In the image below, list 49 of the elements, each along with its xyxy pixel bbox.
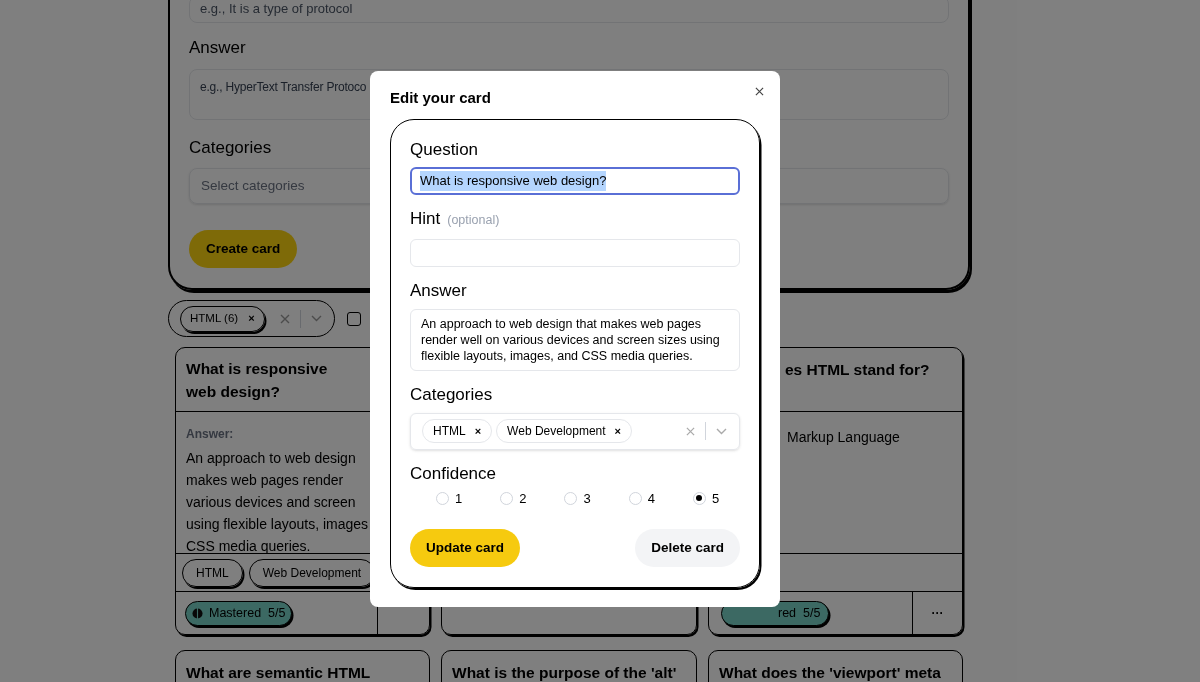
remove-tag-button[interactable]: × bbox=[248, 310, 255, 327]
tag-label: HTML bbox=[433, 423, 466, 441]
confidence-label: Confidence bbox=[410, 463, 496, 484]
optional-note: (optional) bbox=[447, 212, 500, 230]
question-label: Question bbox=[410, 140, 479, 160]
more-button[interactable]: ··· bbox=[913, 592, 962, 634]
answer-text: various devices and screen bbox=[186, 493, 356, 512]
option-label: 5 bbox=[711, 489, 720, 508]
card-title: What does the 'viewport' meta bbox=[719, 663, 941, 682]
option-label: 1 bbox=[455, 489, 463, 508]
update-card-button[interactable]: Update card bbox=[410, 529, 521, 567]
clear-icon[interactable] bbox=[280, 313, 290, 324]
answer-field[interactable]: An approach to web design that makes web pages render well on various devices and screen sizes using flexible layouts, images, and CSS media queries. bbox=[410, 308, 740, 371]
option-label: 4 bbox=[647, 489, 655, 508]
card-title: What is the purpose of the 'alt' bbox=[452, 663, 677, 682]
hint-field[interactable] bbox=[410, 238, 740, 267]
option-label: 3 bbox=[583, 489, 591, 508]
tag-label: HTML (6) bbox=[190, 310, 239, 326]
categories-label: Categories bbox=[189, 136, 272, 159]
answer-text: CSS media queries. bbox=[186, 537, 311, 556]
answer-text: makes web pages render bbox=[186, 471, 344, 490]
create-card-button[interactable]: Create card bbox=[189, 230, 298, 268]
dialog-title: Edit your card bbox=[390, 89, 491, 107]
answer-text: Markup Language bbox=[787, 428, 900, 447]
remove-tag-button[interactable]: × bbox=[614, 422, 622, 440]
clear-icon[interactable] bbox=[686, 426, 695, 436]
question-field[interactable]: What is responsive web design? bbox=[410, 167, 740, 196]
status-text: Mastered 5/5 bbox=[209, 604, 286, 622]
hint-label: Hint bbox=[410, 209, 441, 230]
answer-label: Answer bbox=[189, 37, 246, 59]
close-icon[interactable] bbox=[755, 87, 764, 96]
answer-text: using flexible layouts, images bbox=[186, 515, 369, 534]
remove-tag-button[interactable]: × bbox=[474, 422, 482, 440]
categories-select[interactable]: HTML × Web Development × bbox=[410, 412, 740, 450]
answer-label: Answer bbox=[410, 280, 467, 301]
option-label: 2 bbox=[519, 489, 527, 508]
chevron-down-icon[interactable] bbox=[311, 315, 322, 322]
delete-card-button[interactable]: Delete card bbox=[635, 529, 740, 567]
card-title: es HTML stand for? bbox=[785, 360, 930, 380]
answer-label: Answer: bbox=[186, 426, 234, 443]
answer-text: An approach to web design bbox=[186, 449, 356, 468]
card-title: What are semantic HTML bbox=[186, 663, 371, 682]
categories-label: Categories bbox=[410, 384, 493, 405]
status-text: red 5/5 bbox=[778, 604, 821, 622]
card-title: What is responsive web design? bbox=[186, 359, 329, 402]
tag-label: Web Development bbox=[507, 423, 606, 441]
checkbox[interactable] bbox=[347, 311, 361, 326]
half-circle-icon bbox=[192, 607, 203, 619]
chevron-down-icon[interactable] bbox=[716, 427, 727, 435]
